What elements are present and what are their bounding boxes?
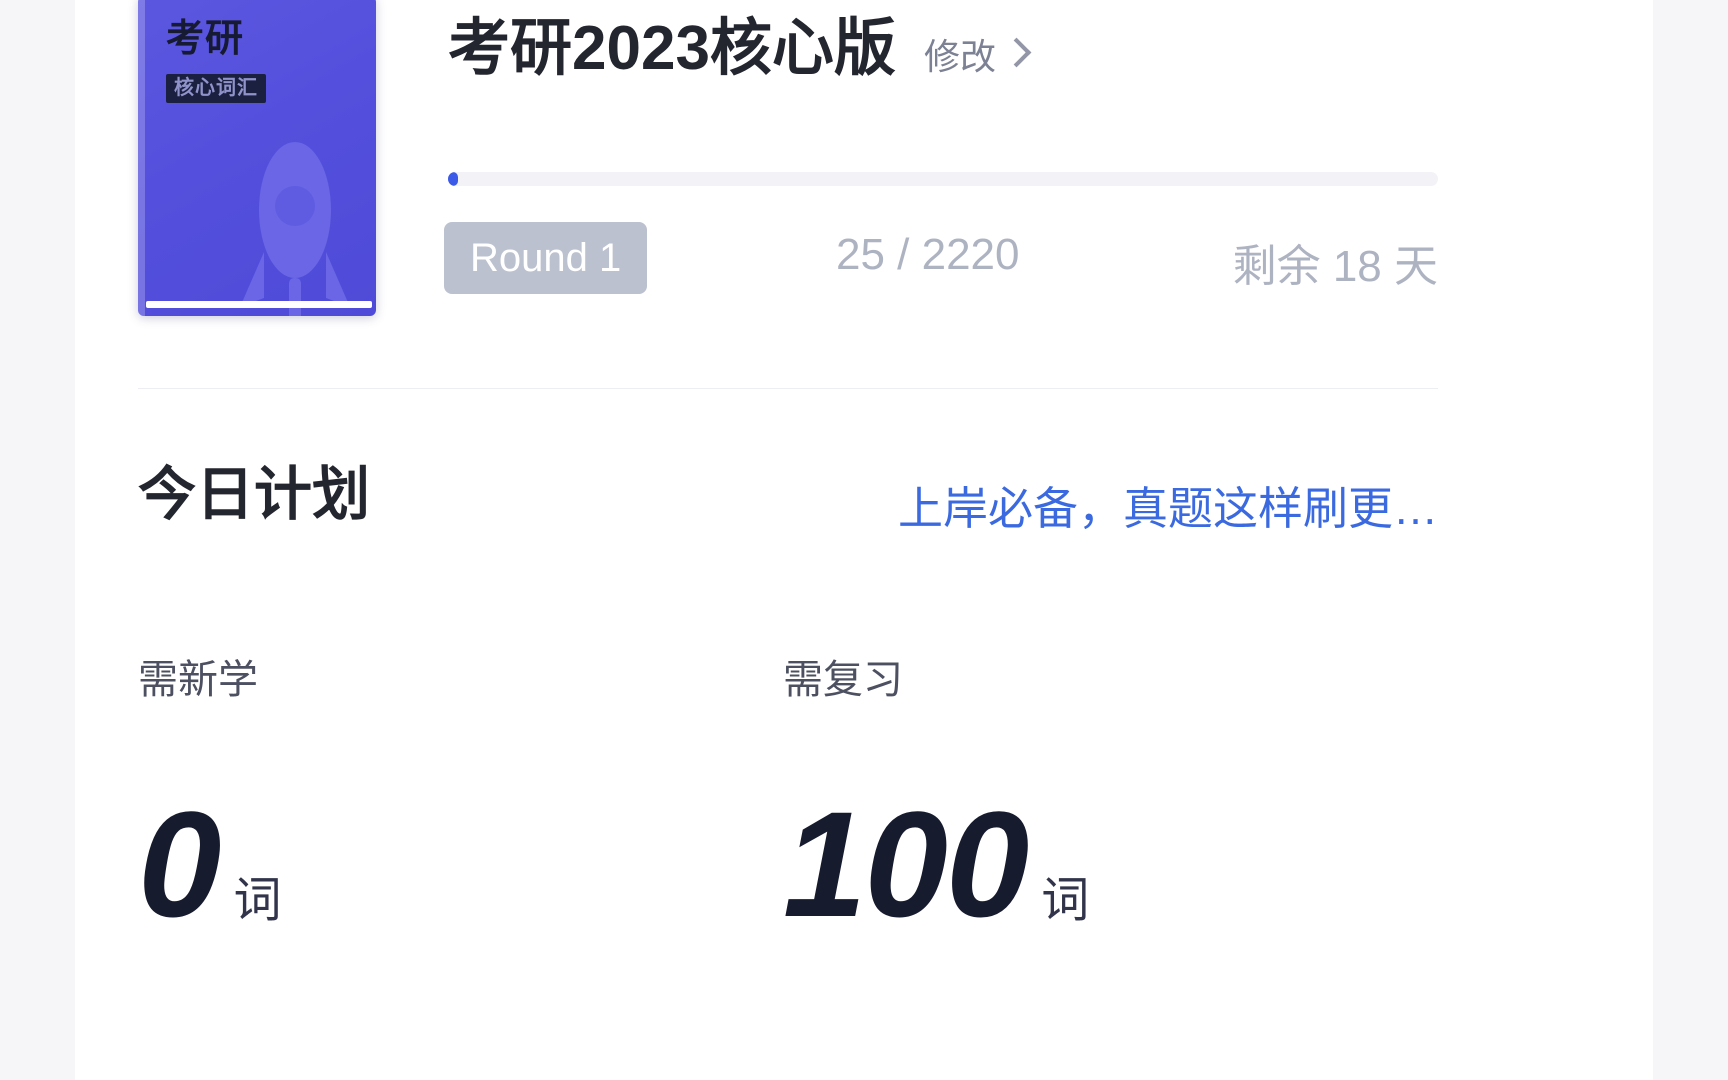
chevron-right-icon [1001,37,1032,67]
book-cover-bottom-bar [146,301,372,308]
stat-new-words-label: 需新学 [138,658,258,702]
stat-review-words-label: 需复习 [783,658,903,702]
book-summary-section: 考研 核心词汇 考研2023核心版 修改 Round 1 25 / 2220 剩… [138,0,1438,390]
stat-new-words-unit: 词 [233,874,282,927]
stat-new-words-value-row: 0 词 [138,780,282,948]
book-cover-title: 考研 [166,18,245,60]
study-progress-bar [448,172,1438,186]
book-spine [138,0,145,316]
stat-review-words: 需复习 100 词 [783,658,1090,948]
stat-new-words-value: 0 [138,780,221,948]
study-progress-fill [448,172,458,186]
page-left-margin [0,0,75,1080]
edit-book-button[interactable]: 修改 [923,28,1032,80]
rocket-icon [240,142,350,316]
stat-review-words-value: 100 [783,780,1029,948]
stat-new-words: 需新学 0 词 [138,658,282,948]
today-plan-title: 今日计划 [138,462,371,527]
promo-link[interactable]: 上岸必备，真题这样刷更… [898,472,1438,537]
book-title-row: 考研2023核心版 修改 [448,14,1032,83]
book-name: 考研2023核心版 [448,14,896,83]
section-divider [138,388,1438,389]
book-cover-badge: 核心词汇 [166,74,266,103]
progress-meta-row: Round 1 25 / 2220 剩余 18 天 [444,222,1438,294]
book-cover-thumbnail[interactable]: 考研 核心词汇 [138,0,376,316]
word-count-progress: 25 / 2220 [836,230,1020,279]
edit-book-label: 修改 [923,36,996,77]
stat-review-words-value-row: 100 词 [783,780,1090,948]
days-remaining: 剩余 18 天 [1232,242,1438,291]
page-right-margin [1653,0,1728,1080]
today-plan-header: 今日计划 上岸必备，真题这样刷更… [138,466,1438,536]
round-badge: Round 1 [444,222,648,294]
stat-review-words-unit: 词 [1041,874,1090,927]
